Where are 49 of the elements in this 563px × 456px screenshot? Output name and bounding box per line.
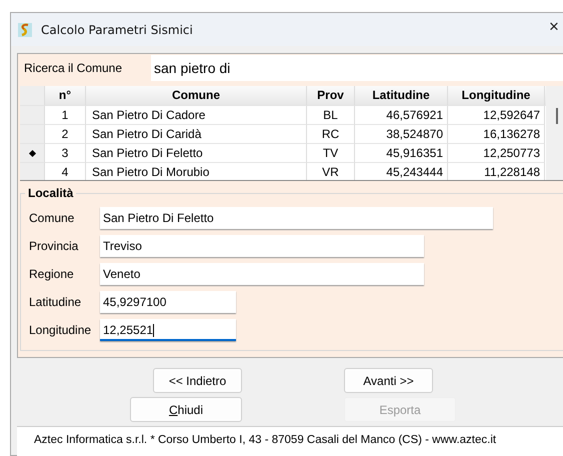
scrollbar-thumb[interactable]: [556, 108, 558, 124]
table-cell: 12,592647: [448, 106, 545, 125]
search-field[interactable]: san pietro di: [151, 55, 563, 81]
table-cell: San Pietro Di Cadore: [86, 106, 307, 125]
header-corner: [20, 86, 45, 106]
table-cell: 16,136278: [448, 125, 545, 144]
group-title: Località: [25, 186, 76, 200]
current-row-icon: [28, 149, 36, 157]
dialog-button[interactable]: Chiudi: [130, 397, 242, 422]
field-label: Comune: [28, 211, 76, 225]
table-cell: 46,576921: [355, 106, 448, 125]
field-label: Latitudine: [28, 295, 82, 309]
text-field[interactable]: Veneto: [100, 263, 424, 285]
table-cell: 12,250773: [448, 144, 545, 163]
field-label: Provincia: [28, 239, 80, 253]
row-indicator[interactable]: [20, 144, 45, 163]
table-cell: 4: [45, 163, 86, 180]
field-label: Longitudine: [28, 323, 92, 337]
column-header[interactable]: Latitudine: [355, 86, 448, 106]
table-cell: TV: [307, 144, 355, 163]
text-field[interactable]: 45,9297100: [100, 291, 236, 313]
field-label: Regione: [28, 267, 75, 281]
table-cell: 38,524870: [355, 125, 448, 144]
table-cell: BL: [307, 106, 355, 125]
table-cell: San Pietro Di Caridà: [86, 125, 307, 144]
column-header[interactable]: n°: [45, 86, 86, 106]
window-title: Calcolo Parametri Sismici: [41, 22, 193, 36]
table-cell: San Pietro Di Feletto: [86, 144, 307, 163]
table-cell: 45,916351: [355, 144, 448, 163]
close-button[interactable]: ×: [549, 17, 559, 37]
app-logo-icon: [17, 22, 33, 38]
dialog-button[interactable]: << Indietro: [153, 368, 242, 393]
table-cell: 45,243444: [355, 163, 448, 180]
search-label: Ricerca il Comune: [23, 61, 124, 75]
table-cell: 1: [45, 106, 86, 125]
column-header[interactable]: Prov: [307, 86, 355, 106]
table-cell: 2: [45, 125, 86, 144]
column-header[interactable]: Longitudine: [448, 86, 545, 106]
table-cell: VR: [307, 163, 355, 180]
column-header[interactable]: Comune: [86, 86, 307, 106]
status-bar-text: Aztec Informatica s.r.l. * Corso Umberto I, 43 - 87059 Casali del Manco (CS) - www.aztec.it: [17, 426, 563, 456]
dialog-button[interactable]: Avanti >>: [344, 368, 433, 393]
text-field[interactable]: 12,25521: [100, 319, 236, 341]
table-cell: 3: [45, 144, 86, 163]
text-field[interactable]: San Pietro Di Feletto: [100, 207, 493, 229]
table-cell: San Pietro Di Morubio: [86, 163, 307, 180]
table-cell: 11,228148: [448, 163, 545, 180]
table-cell: RC: [307, 125, 355, 144]
text-field[interactable]: Treviso: [100, 235, 424, 257]
